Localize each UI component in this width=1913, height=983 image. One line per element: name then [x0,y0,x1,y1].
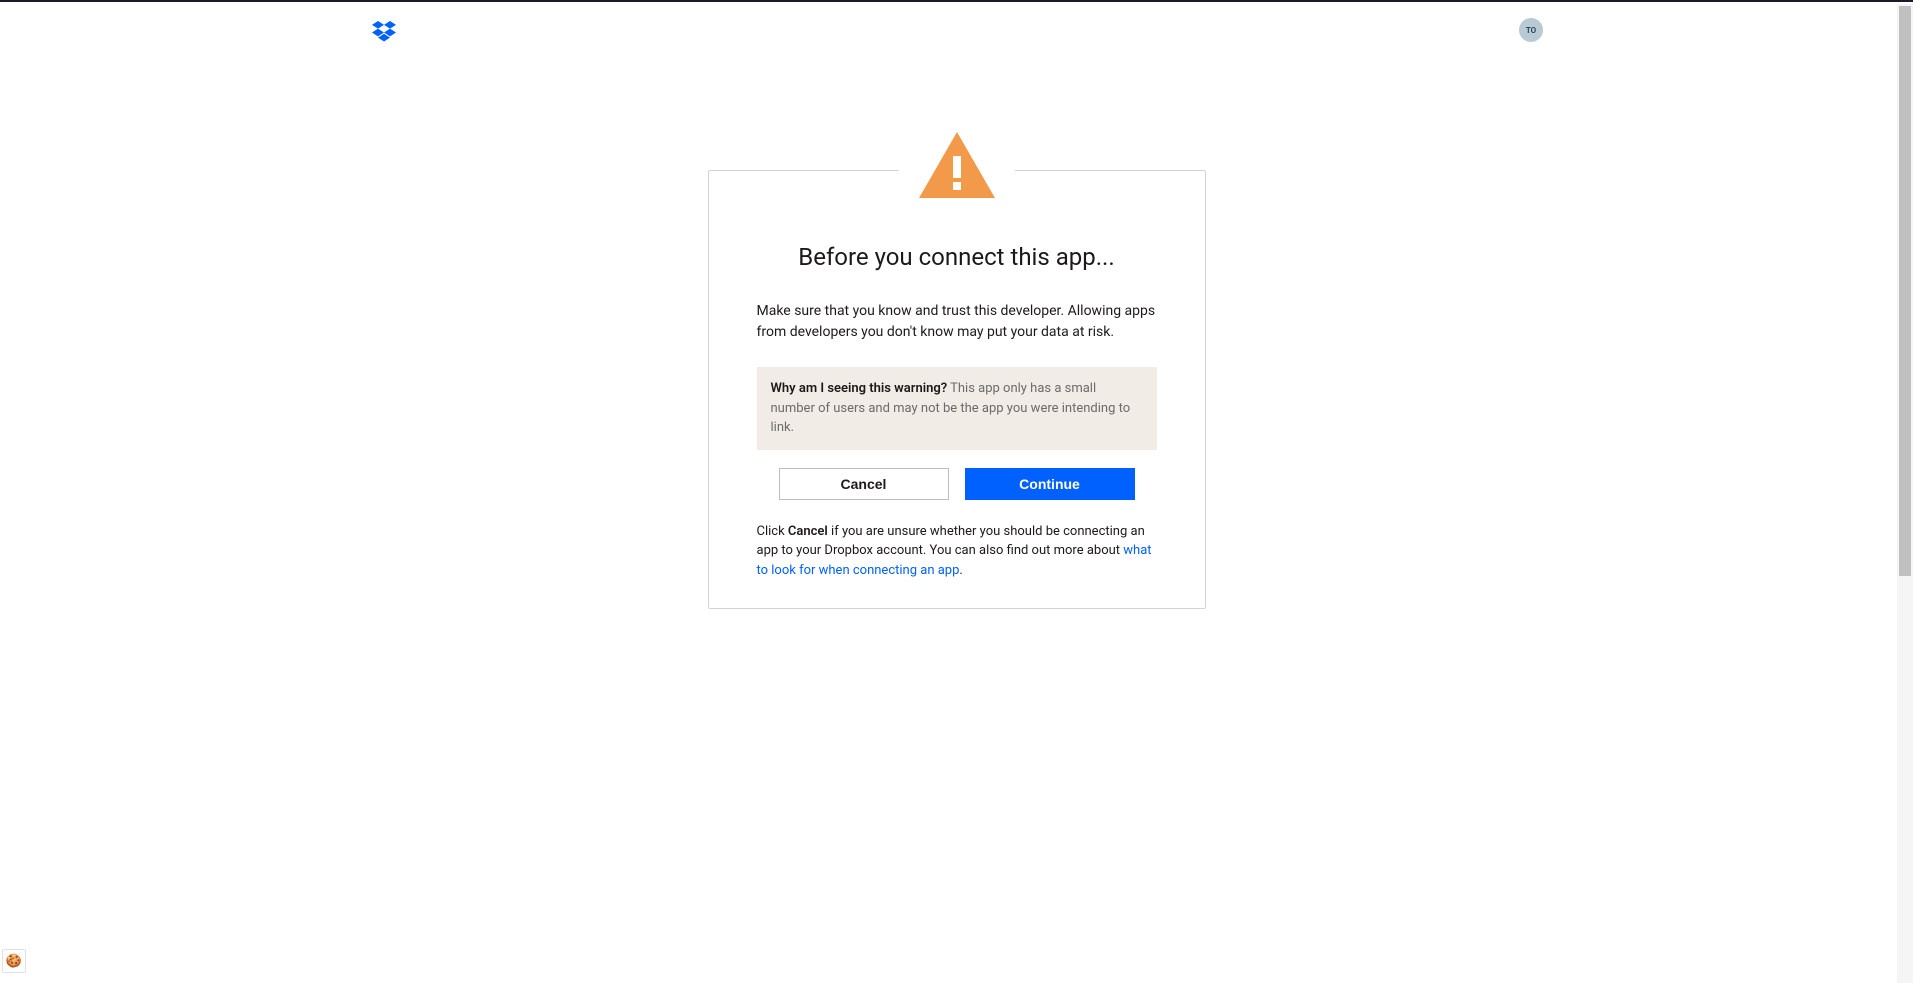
page-header: TO [0,2,1913,62]
user-avatar[interactable]: TO [1519,18,1543,42]
dialog-description: Make sure that you know and trust this d… [757,301,1157,343]
cookie-preferences-button[interactable]: 🍪 [2,949,26,973]
footer-suffix: . [959,563,962,578]
dropbox-logo-icon [372,20,396,42]
dropbox-logo[interactable] [372,20,396,46]
cookie-icon: 🍪 [6,954,22,969]
authorization-dialog: Before you connect this app... Make sure… [708,170,1206,609]
avatar-initials: TO [1526,26,1536,35]
continue-button[interactable]: Continue [965,468,1135,500]
warning-info-box: Why am I seeing this warning? This app o… [757,367,1157,450]
footer-prefix: Click [757,524,788,539]
dialog-title: Before you connect this app... [757,243,1157,271]
warning-triangle-icon [919,132,995,198]
scrollbar-track[interactable] [1897,4,1913,983]
info-question: Why am I seeing this warning? [771,381,948,396]
footer-bold: Cancel [788,524,828,539]
button-row: Cancel Continue [757,468,1157,500]
dialog-footer-text: Click Cancel if you are unsure whether y… [757,522,1157,581]
scrollbar-thumb[interactable] [1899,6,1911,576]
dialog-box: Before you connect this app... Make sure… [708,170,1206,609]
cancel-button[interactable]: Cancel [779,468,949,500]
warning-icon-wrapper [899,132,1015,202]
